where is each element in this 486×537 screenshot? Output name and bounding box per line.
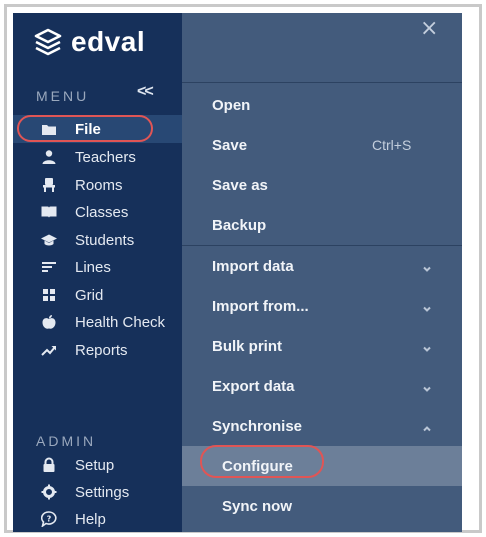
sidebar-item-label: Lines [75,258,111,276]
sidebar-item-label: Rooms [75,176,123,194]
graduation-cap-icon [40,231,58,249]
sidebar-item-label: Classes [75,203,129,221]
submenu-item-sync-now[interactable]: Sync now [182,486,462,526]
help-bubble-icon: ? [40,510,58,528]
sidebar-item-students[interactable]: Students [13,226,182,254]
menu-section-title: MENU [36,88,90,104]
sidebar-item-label: Students [75,231,135,249]
apple-icon [40,313,58,331]
brand-name: edval [71,26,146,57]
svg-text:?: ? [47,515,52,524]
sidebar-item-label: Setup [75,456,115,474]
menu-item-save[interactable]: Save Ctrl+S [182,125,462,165]
sidebar: edval MENU << File Teachers Rooms Classe… [13,13,182,532]
book-icon [40,203,58,221]
menu-item-export-data[interactable]: Export data [182,366,462,406]
sidebar-item-label: Help [75,510,106,528]
chevron-down-icon [422,301,432,312]
sidebar-item-settings[interactable]: Settings [13,478,182,506]
menu-item-import-from[interactable]: Import from... [182,286,462,326]
menu-item-label: Import data [212,257,294,275]
grid-icon [40,286,58,304]
sidebar-item-health-check[interactable]: Health Check [13,308,182,336]
menu-item-bulk-print[interactable]: Bulk print [182,326,462,366]
menu-item-open[interactable]: Open [182,85,462,125]
sidebar-item-label: Reports [75,341,128,359]
shortcut-label: Ctrl+S [372,137,412,153]
menu-item-label: Open [212,96,251,114]
menu-item-label: Save [212,136,248,154]
app-window: edval MENU << File Teachers Rooms Classe… [13,13,462,532]
sidebar-item-classes[interactable]: Classes [13,198,182,226]
sidebar-item-label: Settings [75,483,130,501]
submenu-item-configure[interactable]: Configure [182,446,462,486]
menu-item-label: Sync now [222,497,293,515]
sidebar-item-label: File [75,120,101,138]
menu-item-label: Export data [212,377,295,395]
menu-item-import-data[interactable]: Import data [182,246,462,286]
sidebar-item-reports[interactable]: Reports [13,336,182,364]
close-icon[interactable]: × [420,16,438,41]
trending-up-icon [40,341,58,359]
brand[interactable]: edval [33,25,145,59]
gear-icon [40,483,58,501]
sidebar-item-rooms[interactable]: Rooms [13,171,182,199]
layers-logo-icon [34,28,62,56]
menu-item-label: Configure [222,457,293,475]
sidebar-item-setup[interactable]: Setup [13,451,182,479]
lines-icon [40,258,58,276]
sidebar-item-label: Teachers [75,148,136,166]
divider [182,82,462,83]
sidebar-item-label: Grid [75,286,104,304]
menu-item-label: Backup [212,216,267,234]
sidebar-item-file[interactable]: File [13,115,182,143]
menu-item-label: Bulk print [212,337,282,355]
collapse-sidebar-button[interactable]: << [137,83,154,101]
folder-icon [40,120,58,138]
file-menu-panel: × Open Save Ctrl+S Save as Backup Import… [182,13,462,532]
sidebar-item-label: Health Check [75,313,166,331]
person-icon [40,148,58,166]
lock-icon [40,456,58,474]
chair-icon [40,176,58,194]
chevron-up-icon [422,421,432,432]
menu-item-label: Import from... [212,297,309,315]
sidebar-item-lines[interactable]: Lines [13,253,182,281]
sidebar-item-help[interactable]: ? Help [13,505,182,532]
chevron-down-icon [422,381,432,392]
admin-section-title: ADMIN [36,433,97,449]
sidebar-item-teachers[interactable]: Teachers [13,143,182,171]
chevron-down-icon [422,261,432,272]
menu-item-backup[interactable]: Backup [182,205,462,245]
menu-item-label: Save as [212,176,268,194]
sidebar-item-grid[interactable]: Grid [13,281,182,309]
menu-item-synchronise[interactable]: Synchronise [182,406,462,446]
chevron-down-icon [422,341,432,352]
menu-item-save-as[interactable]: Save as [182,165,462,205]
menu-item-label: Synchronise [212,417,303,435]
